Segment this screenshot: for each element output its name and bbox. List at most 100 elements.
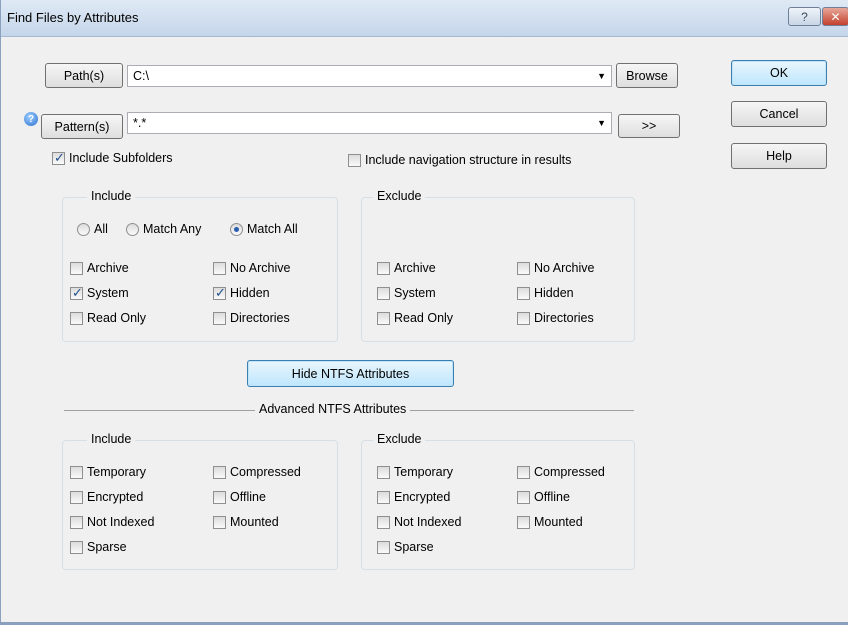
radio-icon: [77, 222, 90, 236]
include-group-title: Include: [87, 189, 136, 203]
ntfs-exclude-compressed-label: Compressed: [534, 465, 605, 479]
ntfs-exclude-not-indexed-checkbox[interactable]: Not Indexed: [377, 515, 461, 529]
checkbox-icon: [517, 490, 530, 504]
exclude-group-title: Exclude: [373, 189, 426, 203]
path-value: C:\: [133, 69, 149, 83]
ntfs-include-sparse-checkbox[interactable]: Sparse: [70, 540, 127, 554]
exclude-directories-checkbox[interactable]: Directories: [517, 311, 594, 325]
ntfs-include-encrypted-checkbox[interactable]: Encrypted: [70, 490, 143, 504]
checkbox-checked-icon: [70, 285, 83, 301]
exclude-archive-checkbox[interactable]: Archive: [377, 261, 436, 275]
include-subfolders-checkbox[interactable]: Include Subfolders: [52, 150, 173, 166]
checkbox-icon: [213, 311, 226, 325]
match-any-label: Match Any: [143, 222, 202, 236]
ntfs-include-compressed-label: Compressed: [230, 465, 301, 479]
include-navigation-checkbox[interactable]: Include navigation structure in results: [348, 153, 571, 167]
ntfs-exclude-sparse-checkbox[interactable]: Sparse: [377, 540, 434, 554]
include-subfolders-label: Include Subfolders: [69, 151, 173, 165]
patterns-button[interactable]: Pattern(s): [41, 114, 123, 139]
chevron-down-icon[interactable]: ▼: [597, 118, 606, 128]
ntfs-include-title: Include: [87, 432, 136, 446]
checkbox-icon: [70, 490, 83, 504]
match-all-files-label: All: [94, 222, 108, 236]
match-all-radio[interactable]: Match All: [230, 222, 298, 236]
ntfs-include-not-indexed-label: Not Indexed: [87, 515, 155, 529]
cancel-button[interactable]: Cancel: [731, 101, 827, 127]
exclude-directories-label: Directories: [534, 311, 594, 325]
info-help-icon[interactable]: ?: [24, 112, 38, 126]
checkbox-icon: [348, 153, 361, 167]
ntfs-include-mounted-checkbox[interactable]: Mounted: [213, 515, 279, 529]
checkbox-icon: [377, 286, 390, 300]
ntfs-exclude-temporary-checkbox[interactable]: Temporary: [377, 465, 453, 479]
match-any-radio[interactable]: Match Any: [126, 222, 201, 236]
match-all-label: Match All: [247, 222, 298, 236]
ok-button[interactable]: OK: [731, 60, 827, 86]
ntfs-exclude-mounted-label: Mounted: [534, 515, 583, 529]
checkbox-icon: [70, 465, 83, 479]
include-archive-label: Archive: [87, 261, 129, 275]
include-no-archive-checkbox[interactable]: No Archive: [213, 261, 290, 275]
title-close-button[interactable]: ✕: [822, 7, 848, 26]
ntfs-include-offline-checkbox[interactable]: Offline: [213, 490, 266, 504]
include-system-label: System: [87, 286, 129, 300]
include-directories-checkbox[interactable]: Directories: [213, 311, 290, 325]
checkbox-icon: [377, 515, 390, 529]
ntfs-include-temporary-label: Temporary: [87, 465, 147, 479]
paths-button[interactable]: Path(s): [45, 63, 123, 88]
chevron-down-icon[interactable]: ▼: [597, 71, 606, 81]
include-hidden-label: Hidden: [230, 286, 270, 300]
include-hidden-checkbox[interactable]: Hidden: [213, 285, 270, 301]
include-navigation-label: Include navigation structure in results: [365, 153, 572, 167]
ntfs-include-encrypted-label: Encrypted: [87, 490, 144, 504]
include-no-archive-label: No Archive: [230, 261, 291, 275]
title-help-button[interactable]: ?: [788, 7, 821, 26]
path-combo[interactable]: C:\ ▼: [127, 65, 612, 87]
ntfs-exclude-not-indexed-label: Not Indexed: [394, 515, 462, 529]
checkbox-icon: [377, 311, 390, 325]
browse-button[interactable]: Browse: [616, 63, 678, 88]
title-bar[interactable]: Find Files by Attributes ? ✕: [1, 0, 848, 37]
match-all-files-radio[interactable]: All: [77, 222, 108, 236]
ntfs-exclude-encrypted-checkbox[interactable]: Encrypted: [377, 490, 450, 504]
ntfs-include-temporary-checkbox[interactable]: Temporary: [70, 465, 146, 479]
ntfs-include-sparse-label: Sparse: [87, 540, 127, 554]
exclude-read-only-checkbox[interactable]: Read Only: [377, 311, 453, 325]
pattern-combo[interactable]: *.* ▼: [127, 112, 612, 134]
checkbox-icon: [517, 465, 530, 479]
ntfs-include-offline-label: Offline: [230, 490, 266, 504]
checkbox-icon: [377, 540, 390, 554]
include-read-only-checkbox[interactable]: Read Only: [70, 311, 146, 325]
hide-ntfs-button[interactable]: Hide NTFS Attributes: [247, 360, 454, 387]
include-directories-label: Directories: [230, 311, 290, 325]
checkbox-checked-icon: [213, 285, 226, 301]
exclude-hidden-checkbox[interactable]: Hidden: [517, 286, 574, 300]
ntfs-include-not-indexed-checkbox[interactable]: Not Indexed: [70, 515, 154, 529]
find-files-dialog: Find Files by Attributes ? ✕ Path(s) C:\…: [0, 0, 848, 625]
ntfs-exclude-sparse-label: Sparse: [394, 540, 434, 554]
ntfs-section-title: Advanced NTFS Attributes: [255, 402, 411, 416]
checkbox-icon: [70, 540, 83, 554]
checkbox-icon: [213, 465, 226, 479]
exclude-system-checkbox[interactable]: System: [377, 286, 436, 300]
include-system-checkbox[interactable]: System: [70, 285, 129, 301]
checkbox-icon: [70, 515, 83, 529]
ntfs-exclude-temporary-label: Temporary: [394, 465, 454, 479]
checkbox-icon: [213, 490, 226, 504]
include-read-only-label: Read Only: [87, 311, 147, 325]
more-button[interactable]: >>: [618, 114, 680, 138]
exclude-no-archive-label: No Archive: [534, 261, 595, 275]
exclude-read-only-label: Read Only: [394, 311, 454, 325]
checkbox-icon: [377, 261, 390, 275]
ntfs-exclude-mounted-checkbox[interactable]: Mounted: [517, 515, 583, 529]
exclude-no-archive-checkbox[interactable]: No Archive: [517, 261, 594, 275]
checkbox-icon: [517, 311, 530, 325]
ntfs-include-compressed-checkbox[interactable]: Compressed: [213, 465, 301, 479]
ntfs-exclude-offline-checkbox[interactable]: Offline: [517, 490, 570, 504]
pattern-value: *.*: [133, 116, 147, 130]
ntfs-exclude-title: Exclude: [373, 432, 426, 446]
help-button[interactable]: Help: [731, 143, 827, 169]
window-title: Find Files by Attributes: [7, 10, 139, 25]
include-archive-checkbox[interactable]: Archive: [70, 261, 129, 275]
ntfs-exclude-compressed-checkbox[interactable]: Compressed: [517, 465, 605, 479]
